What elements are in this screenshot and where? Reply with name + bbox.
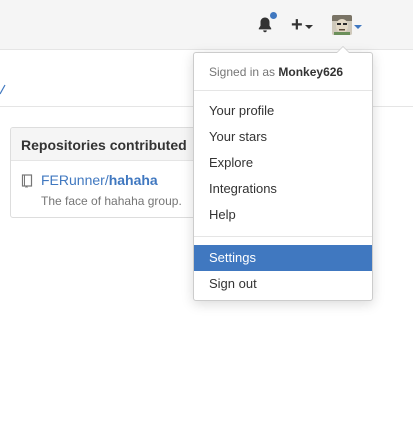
menu-divider [194,90,372,91]
avatar-image [332,15,352,35]
menu-item-your-profile[interactable]: Your profile [194,98,372,124]
menu-item-integrations[interactable]: Integrations [194,176,372,202]
signed-in-label: Signed in as [209,65,279,79]
create-new-button[interactable]: + [291,0,317,50]
menu-item-settings[interactable]: Settings [194,245,372,271]
user-dropdown-menu: Signed in as Monkey626 Your profile Your… [193,46,373,301]
username: Monkey626 [278,65,344,79]
notifications-button[interactable] [257,0,279,50]
plus-icon: + [291,14,303,36]
menu-divider [194,236,372,237]
repo-description: The face of hahaha group. [41,194,182,208]
unread-notification-dot [269,11,278,20]
repo-owner: FERunner [41,172,105,188]
tab-fragment [0,82,6,96]
header-bar: + [0,0,413,50]
menu-item-sign-out[interactable]: Sign out [194,271,372,297]
chevron-down-icon [354,24,362,29]
user-menu-toggle[interactable] [332,0,368,50]
repo-book-icon [21,174,33,191]
repo-name: hahaha [108,172,158,188]
chevron-down-icon [304,24,313,29]
menu-item-explore[interactable]: Explore [194,150,372,176]
menu-item-your-stars[interactable]: Your stars [194,124,372,150]
avatar [332,15,352,35]
repo-link[interactable]: FERunner/hahaha [41,172,158,188]
menu-item-help[interactable]: Help [194,202,372,228]
signed-in-header: Signed in as Monkey626 [209,65,343,79]
